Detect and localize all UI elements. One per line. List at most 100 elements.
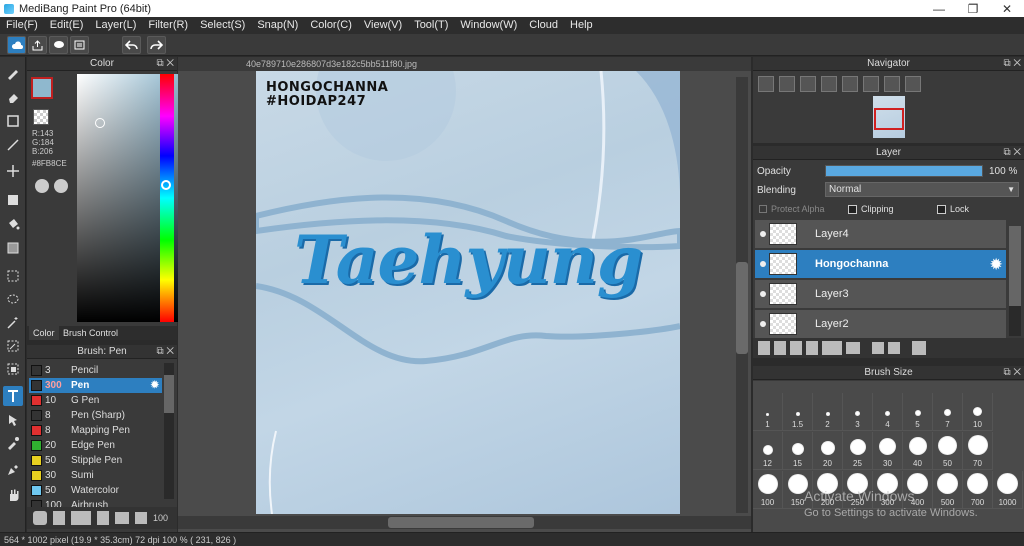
delete-layer-icon[interactable] — [912, 341, 926, 355]
duplicate-icon[interactable] — [135, 512, 147, 524]
share-button[interactable] — [28, 36, 47, 54]
copy-brush-icon[interactable] — [97, 511, 109, 525]
select-tool[interactable] — [3, 266, 23, 286]
brush-item[interactable]: 10 G Pen — [29, 393, 162, 408]
close-window-button[interactable]: ✕ — [990, 0, 1024, 17]
canvas-vertical-scrollbar[interactable] — [736, 77, 748, 513]
lasso-tool[interactable] — [3, 290, 23, 310]
canvas-tab[interactable]: 40e789710e286807d3e182c5bb511f80.jpg — [178, 57, 751, 71]
opacity-slider[interactable] — [825, 165, 983, 177]
brush-settings-icon[interactable] — [33, 511, 47, 525]
gear-icon[interactable]: ✹ — [151, 380, 159, 391]
panel-controls[interactable]: ⧉ ✕ — [156, 345, 174, 359]
brush-size-option[interactable]: 7 — [933, 393, 963, 431]
menu-tool[interactable]: Tool(T) — [408, 17, 454, 34]
brush-list-scrollbar[interactable] — [164, 363, 174, 499]
cloud-sync-button[interactable] — [7, 36, 26, 54]
rotate-right-icon[interactable] — [884, 76, 900, 92]
menu-toggle-button[interactable] — [70, 36, 89, 54]
tab-brush-control[interactable]: Brush Control — [61, 326, 120, 340]
brush-size-option[interactable]: 1000 — [993, 471, 1023, 509]
brush-size-option[interactable]: 12 — [753, 432, 783, 470]
navigator-thumbnail[interactable] — [873, 96, 905, 138]
tab-color[interactable]: Color — [29, 326, 59, 340]
visibility-eye-icon[interactable] — [760, 231, 766, 237]
dropper-tool[interactable] — [3, 433, 23, 453]
add-layer-dropdown-icon[interactable] — [822, 341, 842, 355]
layer-scroll-thumb[interactable] — [1009, 226, 1021, 306]
panel-controls[interactable]: ⧉ ✕ — [1003, 57, 1021, 71]
visibility-eye-icon[interactable] — [760, 291, 766, 297]
primary-color-swatch[interactable] — [31, 77, 53, 99]
canvas-horizontal-scrollbar[interactable] — [178, 516, 751, 529]
palette-add-icon[interactable] — [54, 179, 68, 193]
text-tool[interactable] — [3, 386, 23, 406]
brush-item[interactable]: 50 Watercolor — [29, 483, 162, 498]
brush-item[interactable]: 20 Edge Pen — [29, 438, 162, 453]
sv-cursor[interactable] — [95, 118, 105, 128]
layer-item[interactable]: Hongochanna ✹ — [755, 250, 1006, 279]
brush-size-option[interactable]: 10 — [963, 393, 993, 431]
menu-filter[interactable]: Filter(R) — [142, 17, 194, 34]
minimize-button[interactable]: — — [922, 0, 956, 17]
protect-alpha-box[interactable] — [759, 205, 767, 213]
select-eraser-tool[interactable] — [3, 359, 23, 379]
brush-scroll-thumb[interactable] — [164, 375, 174, 413]
layer-item[interactable]: Layer4 — [755, 220, 1006, 249]
menu-view[interactable]: View(V) — [358, 17, 408, 34]
fill-tool[interactable] — [3, 190, 23, 210]
brush-size-option[interactable]: 1.5 — [783, 393, 813, 431]
gear-icon[interactable]: ✹ — [990, 256, 1002, 273]
brush-size-option[interactable]: 30 — [873, 432, 903, 470]
brush-size-option[interactable]: 70 — [963, 432, 993, 470]
brush-item[interactable]: 3 Pencil — [29, 363, 162, 378]
new-brush-icon[interactable] — [53, 511, 65, 525]
brush-size-option[interactable]: 25 — [843, 432, 873, 470]
new-1bit-layer-icon[interactable] — [806, 341, 818, 355]
brush-size-option[interactable]: 15 — [783, 432, 813, 470]
brush-size-option[interactable]: 2 — [813, 393, 843, 431]
add-brush-dropdown-icon[interactable] — [71, 511, 91, 525]
merge-layer-icon[interactable] — [888, 342, 900, 354]
redo-button[interactable] — [147, 36, 166, 54]
hue-slider[interactable] — [160, 74, 174, 322]
menu-layer[interactable]: Layer(L) — [89, 17, 142, 34]
eraser-tool[interactable] — [3, 87, 23, 107]
protect-alpha-checkbox[interactable]: Protect Alpha — [759, 204, 825, 214]
menu-color[interactable]: Color(C) — [304, 17, 358, 34]
brush-tool[interactable] — [3, 63, 23, 83]
operation-tool[interactable] — [3, 410, 23, 430]
menu-edit[interactable]: Edit(E) — [44, 17, 90, 34]
brush-item[interactable]: 30 Sumi — [29, 468, 162, 483]
visibility-eye-icon[interactable] — [760, 321, 766, 327]
menu-cloud[interactable]: Cloud — [523, 17, 564, 34]
new-halftone-layer-icon[interactable] — [774, 341, 786, 355]
menu-snap[interactable]: Snap(N) — [251, 17, 304, 34]
palette-icon[interactable] — [35, 179, 49, 193]
line-tool[interactable] — [3, 135, 23, 155]
undo-button[interactable] — [122, 36, 141, 54]
visibility-eye-icon[interactable] — [760, 261, 766, 267]
brush-item[interactable]: 8 Mapping Pen — [29, 423, 162, 438]
magic-wand-tool[interactable] — [3, 313, 23, 333]
flip-icon[interactable] — [905, 76, 921, 92]
move-tool[interactable] — [3, 161, 23, 181]
hue-handle[interactable] — [161, 180, 171, 190]
rotate-left-icon[interactable] — [842, 76, 858, 92]
menu-help[interactable]: Help — [564, 17, 599, 34]
folder-icon[interactable] — [846, 342, 860, 354]
restore-button[interactable]: ❐ — [956, 0, 990, 17]
layer-item[interactable]: Layer2 — [755, 310, 1006, 339]
brush-item[interactable]: 300 Pen ✹ — [29, 378, 162, 393]
brush-size-option[interactable]: 20 — [813, 432, 843, 470]
shape-tool[interactable] — [3, 111, 23, 131]
lock-box[interactable] — [937, 204, 946, 214]
hand-tool[interactable] — [3, 485, 23, 505]
menu-window[interactable]: Window(W) — [454, 17, 523, 34]
folder-icon[interactable] — [115, 512, 129, 524]
panel-controls[interactable]: ⧉ ✕ — [1003, 366, 1021, 380]
bucket-tool[interactable] — [3, 214, 23, 234]
zoom-icon[interactable] — [758, 76, 774, 92]
new-layer-icon[interactable] — [758, 341, 770, 355]
duplicate-layer-icon[interactable] — [872, 342, 884, 354]
